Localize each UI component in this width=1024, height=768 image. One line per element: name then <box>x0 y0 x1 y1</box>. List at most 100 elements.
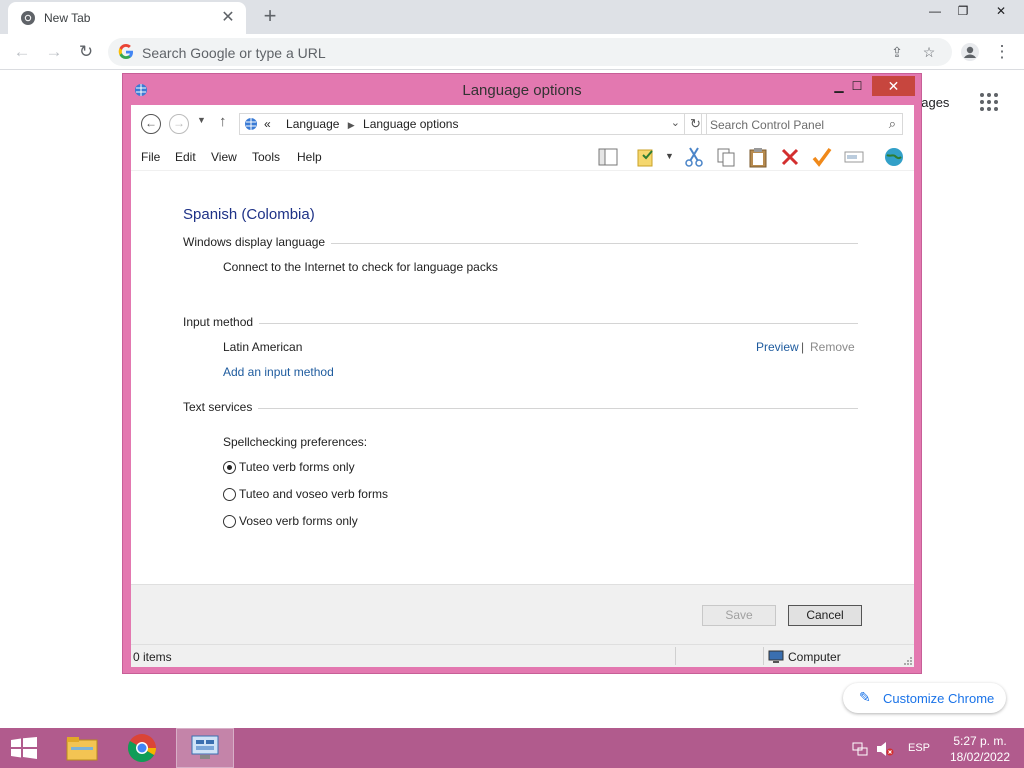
window-maximize-icon[interactable]: ☐ <box>843 78 871 96</box>
preview-link[interactable]: Preview <box>756 340 799 354</box>
forward-icon[interactable]: → <box>42 40 66 64</box>
search-placeholder: Search Control Panel <box>710 118 825 132</box>
reload-icon[interactable]: ↻ <box>74 40 98 64</box>
status-divider <box>763 647 764 665</box>
taskbar-chrome[interactable] <box>116 728 170 768</box>
menu-bar: File Edit View Tools Help ▼ <box>131 141 914 171</box>
menu-file[interactable]: File <box>141 150 160 164</box>
layout-pane-icon[interactable] <box>597 146 619 168</box>
control-panel-icon <box>191 735 219 759</box>
restore-icon[interactable]: ❐ <box>948 0 978 22</box>
language-heading: Spanish (Colombia) <box>183 206 315 223</box>
share-icon[interactable]: ⇪ <box>888 43 906 61</box>
pencil-icon: ✎ <box>859 689 871 705</box>
customize-chrome-button[interactable]: ✎ Customize Chrome <box>843 683 1006 713</box>
computer-icon <box>768 650 784 663</box>
resize-grip-icon[interactable] <box>904 657 912 665</box>
properties-dropdown-icon[interactable]: ▼ <box>665 151 674 161</box>
breadcrumb-separator-icon[interactable]: ▶ <box>343 120 360 130</box>
clock-date: 18/02/2022 <box>949 750 1011 764</box>
radio-button[interactable] <box>223 488 236 501</box>
address-dropdown-icon[interactable]: ⌄ <box>671 116 680 129</box>
add-input-method-link[interactable]: Add an input method <box>223 365 334 379</box>
input-method-section: Input method <box>183 315 858 331</box>
window-title-bar[interactable]: Language options ▁ ☐ ✕ <box>123 74 921 106</box>
section-divider <box>183 323 858 324</box>
menu-help[interactable]: Help <box>297 150 322 164</box>
language-pack-status: Connect to the Internet to check for lan… <box>223 260 498 274</box>
address-bar[interactable]: « Language ▶ Language options ⌄ <box>239 113 685 135</box>
paste-clipboard-icon[interactable] <box>747 146 769 168</box>
menu-tools[interactable]: Tools <box>252 150 280 164</box>
properties-folder-icon[interactable] <box>635 146 657 168</box>
breadcrumb-overflow[interactable]: « <box>264 117 271 131</box>
file-explorer-icon <box>66 737 98 761</box>
globe-icon[interactable] <box>883 146 905 168</box>
minimize-icon[interactable]: — <box>920 0 950 22</box>
search-control-panel-input[interactable]: Search Control Panel ⌕ <box>701 113 903 135</box>
menu-view[interactable]: View <box>211 150 237 164</box>
cut-scissors-icon[interactable] <box>683 146 705 168</box>
section-divider <box>183 408 858 409</box>
tab-title: New Tab <box>44 11 91 25</box>
link-separator: | <box>801 340 805 354</box>
google-apps-icon[interactable] <box>980 93 1000 113</box>
checkmark-icon[interactable] <box>811 146 833 168</box>
radio-button[interactable] <box>223 515 236 528</box>
taskbar-control-panel[interactable] <box>176 728 234 768</box>
start-button[interactable] <box>0 728 48 768</box>
back-arrow-icon[interactable]: ← <box>141 114 161 134</box>
windows-logo-icon <box>11 737 37 759</box>
tab-strip: New Tab ✕ + — ❐ ✕ <box>0 0 1024 34</box>
new-tab-button[interactable]: + <box>258 4 282 28</box>
profile-avatar-icon[interactable] <box>958 40 982 64</box>
status-divider <box>675 647 676 665</box>
display-language-section: Windows display language <box>183 235 858 251</box>
navigation-bar: ← → ▼ ↑ « Language ▶ Language options ⌄ … <box>131 105 914 141</box>
breadcrumb: « Language ▶ Language options <box>264 117 458 131</box>
item-count: 0 items <box>133 650 172 664</box>
display-language-label: Windows display language <box>183 235 332 249</box>
chrome-menu-icon[interactable]: ⋮ <box>990 40 1014 64</box>
forward-arrow-icon[interactable]: → <box>169 114 189 134</box>
taskbar-file-explorer[interactable] <box>56 728 108 768</box>
input-language-indicator[interactable]: ESP <box>908 742 930 754</box>
radio-label[interactable]: Tuteo and voseo verb forms <box>239 487 388 501</box>
close-window-icon[interactable]: ✕ <box>986 0 1016 22</box>
dialog-button-bar: Save Cancel <box>131 584 914 644</box>
text-services-label: Text services <box>183 400 259 414</box>
back-icon[interactable]: ← <box>10 40 34 64</box>
customize-chrome-label: Customize Chrome <box>883 691 995 706</box>
rename-icon[interactable] <box>843 146 865 168</box>
tab-close-icon[interactable]: ✕ <box>218 8 238 28</box>
cancel-button[interactable]: Cancel <box>788 605 862 626</box>
menu-edit[interactable]: Edit <box>175 150 196 164</box>
window-close-button[interactable]: ✕ <box>872 76 915 96</box>
window-title: Language options <box>462 82 582 99</box>
radio-label[interactable]: Tuteo verb forms only <box>239 460 355 474</box>
language-options-window: Language options ▁ ☐ ✕ ← → ▼ ↑ « Languag… <box>122 73 922 674</box>
control-panel-icon <box>245 118 257 130</box>
radio-label[interactable]: Voseo verb forms only <box>239 514 358 528</box>
network-icon[interactable] <box>852 741 868 757</box>
save-button[interactable]: Save <box>702 605 776 626</box>
volume-muted-icon[interactable] <box>876 741 894 757</box>
text-services-section: Text services <box>183 400 858 416</box>
input-method-label: Input method <box>183 315 260 329</box>
search-icon[interactable]: ⌕ <box>889 116 896 132</box>
bookmark-star-icon[interactable]: ☆ <box>920 43 938 61</box>
system-clock[interactable]: 5:27 p. m. 18/02/2022 <box>944 733 1016 765</box>
google-icon <box>118 44 133 59</box>
computer-label: Computer <box>788 650 841 664</box>
breadcrumb-language-options[interactable]: Language options <box>363 117 458 131</box>
radio-button-selected[interactable] <box>223 461 236 474</box>
omnibox[interactable]: Search Google or type a URL ⇪ ☆ <box>108 38 952 66</box>
copy-icon[interactable] <box>715 146 737 168</box>
input-method-item: Latin American <box>223 340 303 354</box>
breadcrumb-language[interactable]: Language <box>286 117 339 131</box>
remove-link[interactable]: Remove <box>810 340 855 354</box>
browser-tab-new-tab[interactable]: New Tab ✕ <box>8 2 246 34</box>
delete-x-icon[interactable] <box>779 146 801 168</box>
up-arrow-icon[interactable]: ↑ <box>219 113 227 130</box>
recent-locations-dropdown-icon[interactable]: ▼ <box>197 115 206 125</box>
